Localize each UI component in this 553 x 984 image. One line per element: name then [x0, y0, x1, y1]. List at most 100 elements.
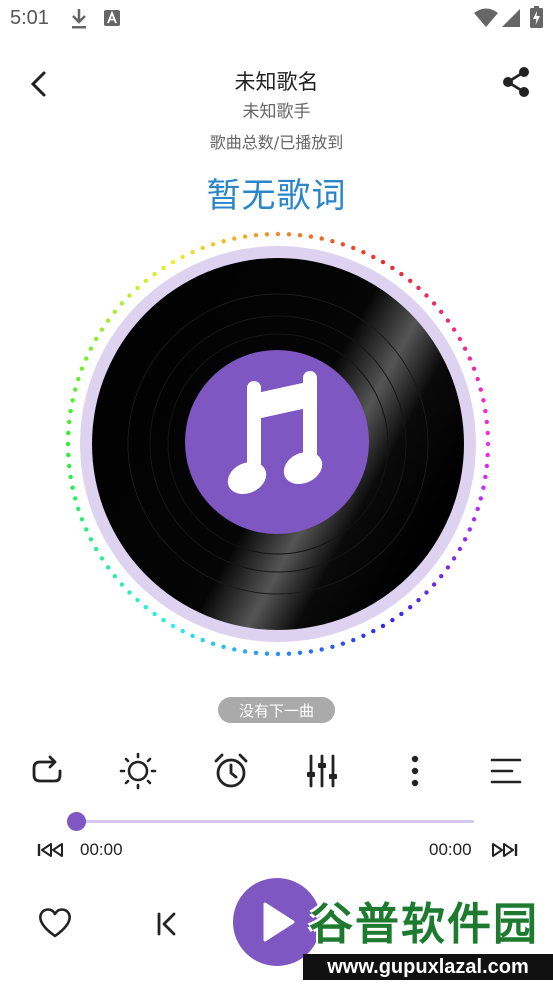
visualizer-dot [390, 265, 395, 271]
brightness-button[interactable] [118, 751, 158, 791]
visualizer-dot [451, 556, 457, 561]
visualizer-dot [451, 327, 457, 332]
visualizer-dot [485, 441, 491, 447]
visualizer-dot [457, 336, 463, 342]
watermark-url: www.gupuxlazal.com [303, 954, 553, 980]
visualizer-dot [445, 565, 451, 570]
next-track-tip: 没有下一曲 [218, 697, 335, 723]
visualizer-dot [161, 265, 166, 271]
fast-forward-button[interactable] [489, 839, 519, 861]
visualizer-dot [399, 611, 404, 617]
current-time: 00:00 [80, 840, 123, 859]
vinyl-record[interactable] [62, 228, 494, 660]
visualizer-dot [439, 574, 444, 579]
visualizer-dot [242, 649, 248, 654]
visualizer-dot [286, 651, 292, 656]
visualizer-dot [297, 650, 303, 655]
visualizer-dot [84, 527, 89, 532]
visualizer-dot [210, 242, 216, 247]
visualizer-dot [371, 628, 376, 634]
visualizer-dot [416, 285, 421, 291]
visualizer-dot [351, 245, 356, 251]
visualizer-dot [210, 641, 216, 646]
visualizer-dot [200, 637, 205, 643]
visualizer-dot [79, 517, 85, 522]
visualizer-dot [286, 232, 292, 237]
visualizer-dot [467, 356, 472, 361]
visualizer-dot [170, 623, 176, 629]
visualizer-dot [481, 485, 486, 490]
visualizer-dot [399, 271, 404, 277]
visualizer-dot [93, 336, 99, 342]
visualizer-dot [152, 611, 157, 617]
rewind-button[interactable] [36, 839, 66, 861]
visualizer-dot [416, 597, 421, 603]
visualizer-dot [457, 546, 463, 552]
visualizer-dot [200, 245, 205, 251]
visualizer-dot [484, 419, 489, 425]
visualizer-dot [93, 546, 99, 552]
visualizer-dot [478, 387, 483, 392]
visualizer-dot [380, 259, 386, 265]
repeat-icon [32, 755, 62, 783]
playlist-icon [490, 758, 522, 784]
visualizer-dot [79, 366, 85, 371]
more-button[interactable] [395, 751, 435, 791]
visualizer-dot [67, 463, 72, 469]
visualizer-dot [484, 463, 489, 469]
visualizer-dot [481, 398, 486, 403]
visualizer-dot [232, 647, 237, 652]
visualizer-dot [152, 271, 157, 277]
visualizer-dot [253, 650, 259, 655]
visualizer-dot [340, 242, 346, 247]
repeat-button[interactable] [27, 751, 67, 791]
alarm-button[interactable] [211, 751, 251, 791]
visualizer-dot [483, 474, 488, 480]
battery-icon [530, 6, 543, 32]
previous-button[interactable] [148, 904, 184, 944]
visualizer-dot [242, 234, 248, 239]
lyrics-text: 暂无歌词 [206, 176, 347, 216]
visualizer-dot [330, 644, 335, 649]
visualizer-dot [180, 254, 185, 260]
watermark: 谷普软件园 www.gupuxlazal.com [303, 896, 553, 984]
visualizer-dot [88, 346, 94, 351]
equalizer-button[interactable] [302, 751, 342, 791]
visualizer-dot [112, 309, 117, 314]
visualizer-dot [361, 633, 366, 638]
favorite-button[interactable] [34, 902, 76, 944]
visualizer-dot [467, 527, 472, 532]
fast-forward-icon [492, 843, 518, 857]
visualizer-dot [73, 387, 78, 392]
seek-bar[interactable] [76, 820, 474, 823]
visualizer-dot [297, 233, 303, 238]
song-count-text: 歌曲总数/已播放到 [209, 133, 344, 152]
visualizer-dot [264, 651, 270, 656]
visualizer-dot [253, 233, 259, 238]
visualizer-dot [408, 605, 413, 610]
visualizer-dot [119, 582, 125, 587]
visualizer-dot [161, 617, 166, 623]
visualizer-dot [190, 250, 195, 255]
visualizer-dot [319, 236, 324, 241]
heart-icon [39, 908, 71, 938]
download-icon [70, 8, 88, 34]
visualizer-dot [68, 474, 73, 480]
visualizer-dot [190, 633, 195, 638]
visualizer-dot [70, 398, 75, 403]
alarm-clock-icon [214, 753, 248, 788]
visualizer-dot [330, 239, 335, 244]
visualizer-dot [66, 430, 71, 436]
visualizer-dot [135, 597, 140, 603]
visualizer-dot [319, 647, 324, 652]
share-button[interactable] [496, 62, 536, 102]
playlist-button[interactable] [486, 751, 526, 791]
visualizer-dot [431, 301, 437, 306]
more-vertical-icon [411, 755, 419, 787]
visualizer-dot [445, 318, 451, 323]
status-time: 5:01 [10, 7, 49, 29]
seek-thumb[interactable] [67, 812, 86, 831]
visualizer-dot [471, 366, 477, 371]
visualizer-dot [424, 590, 429, 595]
visualizer-dot [180, 628, 185, 634]
